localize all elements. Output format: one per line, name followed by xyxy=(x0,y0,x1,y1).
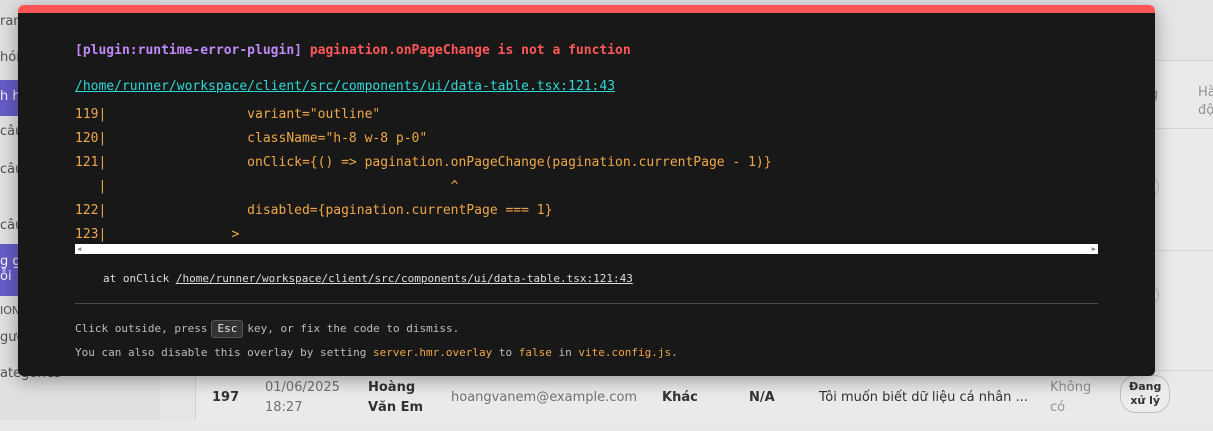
esc-key: Esc xyxy=(211,320,244,338)
error-file-link[interactable]: /home/runner/workspace/client/src/compon… xyxy=(75,79,615,94)
code-line-error: 121| onClick={() => pagination.onPageCha… xyxy=(75,155,772,170)
stack-trace: at onClick /home/runner/workspace/client… xyxy=(103,272,633,285)
divider xyxy=(75,303,1098,304)
horizontal-scrollbar[interactable]: ◀ ▶ xyxy=(75,244,1098,254)
plugin-label: [plugin:runtime-error-plugin] xyxy=(75,43,302,58)
dismiss-tip: Click outside, press Esc key, or fix the c… xyxy=(75,320,459,338)
tip-text: . xyxy=(671,346,678,359)
tip-text: to xyxy=(498,346,513,359)
code-line: 122| disabled={pagination.currentPage ==… xyxy=(75,203,553,218)
scroll-right-icon[interactable]: ▶ xyxy=(1092,245,1096,253)
error-overlay: [plugin:runtime-error-plugin] pagination… xyxy=(18,5,1155,376)
code-line: 119| variant="outline" xyxy=(75,107,381,122)
stack-prefix: at onClick xyxy=(103,272,170,285)
tip-text: Click outside, press xyxy=(75,322,208,335)
scroll-left-icon[interactable]: ◀ xyxy=(77,245,81,253)
config-value: false xyxy=(518,346,552,359)
code-line: 120| className="h-8 w-8 p-0" xyxy=(75,131,428,146)
tip-text: You can also disable this overlay by set… xyxy=(75,346,367,359)
stack-file-link[interactable]: /home/runner/workspace/client/src/compon… xyxy=(176,272,633,285)
error-header: [plugin:runtime-error-plugin] pagination… xyxy=(75,43,631,58)
code-frame: 119| variant="outline" 120| className="h… xyxy=(75,103,1098,247)
tip-text: key, or fix the code to dismiss. xyxy=(247,322,460,335)
disable-overlay-tip: You can also disable this overlay by set… xyxy=(75,346,678,359)
config-setting: server.hmr.overlay xyxy=(373,346,493,359)
config-file: vite.config.js xyxy=(578,346,672,359)
error-message: pagination.onPageChange is not a functio… xyxy=(309,43,631,58)
tip-text: in xyxy=(558,346,572,359)
code-line-caret: | ^ xyxy=(75,179,459,194)
